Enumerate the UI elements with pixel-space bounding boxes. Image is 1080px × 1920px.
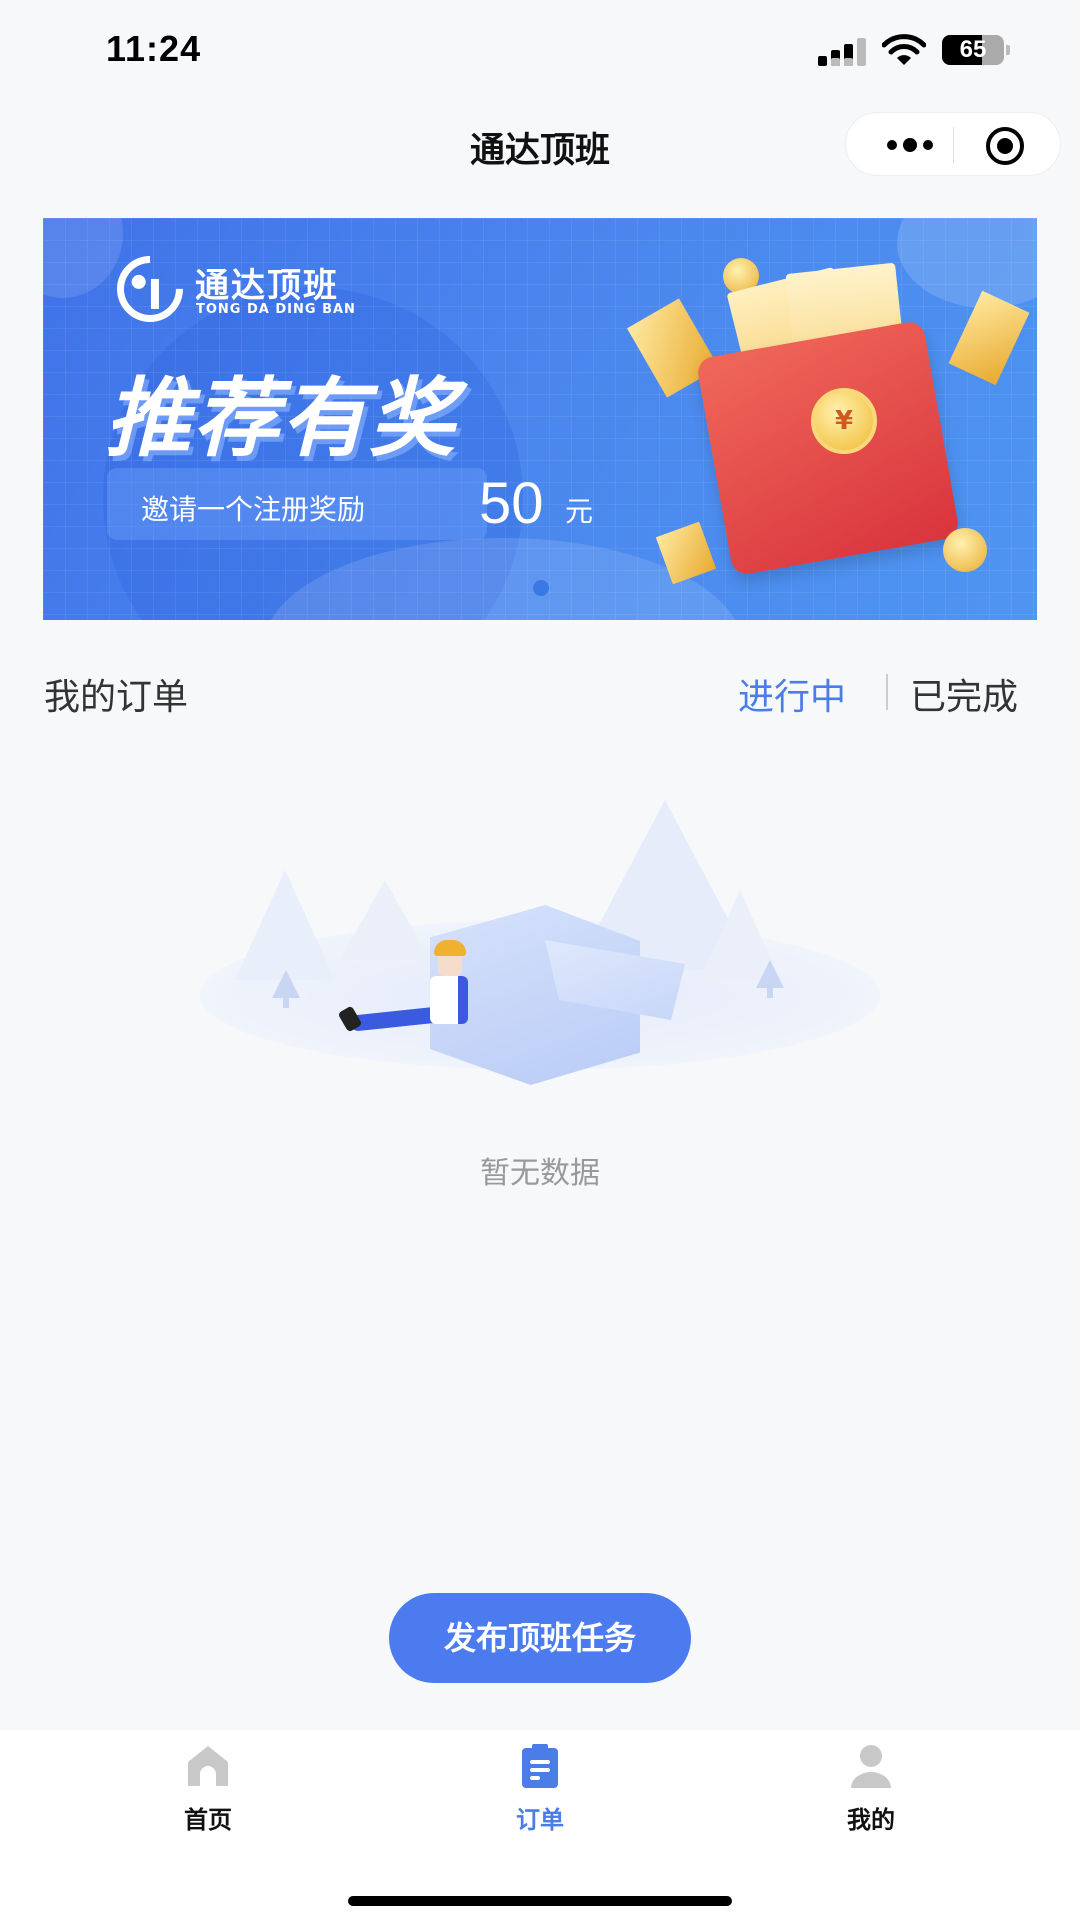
invite-amount: 50 <box>479 471 544 536</box>
tabbar-label: 我的 <box>847 1806 895 1834</box>
empty-state-text: 暂无数据 <box>480 1156 600 1191</box>
orders-header: 我的订单 进行中 已完成 <box>0 660 1080 730</box>
banner-headline: 推荐有奖 <box>105 369 457 469</box>
invite-unit: 元 <box>565 495 594 528</box>
target-icon[interactable] <box>986 127 1024 165</box>
tabbar-label: 订单 <box>516 1806 564 1834</box>
bottom-tab-bar: 首页 订单 我的 <box>0 1730 1080 1920</box>
mountain <box>340 880 430 960</box>
mini-program-capsule <box>845 112 1061 176</box>
order-clipboard-icon <box>522 1744 558 1788</box>
promo-banner[interactable]: 通达顶班 TONG DA DING BAN 推荐有奖 邀请一个注册奖励 50 元… <box>43 218 1037 620</box>
status-bar: 11:24 65 <box>0 0 1080 100</box>
brand-name-en: TONG DA DING BAN <box>196 302 356 317</box>
tab-in-progress[interactable]: 进行中 <box>738 668 846 720</box>
orders-title: 我的订单 <box>44 677 189 718</box>
gold-ribbon <box>655 521 717 585</box>
home-indicator[interactable] <box>348 1896 732 1906</box>
yuan-coin-icon: ¥ <box>811 388 877 454</box>
coin-icon <box>943 528 987 572</box>
brand-name: 通达顶班 <box>195 266 339 306</box>
red-envelope-illustration: ¥ <box>627 258 1030 598</box>
carousel-indicator[interactable] <box>533 580 549 596</box>
empty-state-illustration <box>190 790 890 1110</box>
invite-reward-box: 邀请一个注册奖励 50 元 <box>107 468 593 540</box>
user-icon <box>851 1745 891 1788</box>
battery-tip <box>1006 45 1010 55</box>
tab-divider <box>886 674 888 710</box>
tree-icon <box>756 960 784 998</box>
battery-percent: 65 <box>959 36 987 63</box>
tree-icon <box>272 970 300 1008</box>
tabbar-item-me[interactable]: 我的 <box>771 1730 971 1860</box>
invite-text: 邀请一个注册奖励 <box>141 493 366 526</box>
wifi-icon <box>882 34 926 65</box>
gold-ribbon <box>948 290 1030 386</box>
signal-icon <box>818 38 866 66</box>
battery-icon: 65 <box>942 35 1004 65</box>
publish-shift-task-button[interactable]: 发布顶班任务 <box>389 1593 691 1683</box>
status-time: 11:24 <box>106 28 202 69</box>
navigation-bar: 通达顶班 <box>0 100 1080 188</box>
capsule-divider <box>953 127 954 163</box>
tabbar-item-orders[interactable]: 订单 <box>440 1730 640 1860</box>
home-icon <box>188 1746 228 1786</box>
more-dots-icon[interactable] <box>878 131 942 159</box>
tab-completed[interactable]: 已完成 <box>910 668 1018 720</box>
mountain <box>235 870 335 980</box>
hard-hat-icon <box>434 940 466 956</box>
tabbar-label: 首页 <box>184 1806 232 1834</box>
worker-body <box>430 976 468 1024</box>
tabbar-item-home[interactable]: 首页 <box>108 1730 308 1860</box>
